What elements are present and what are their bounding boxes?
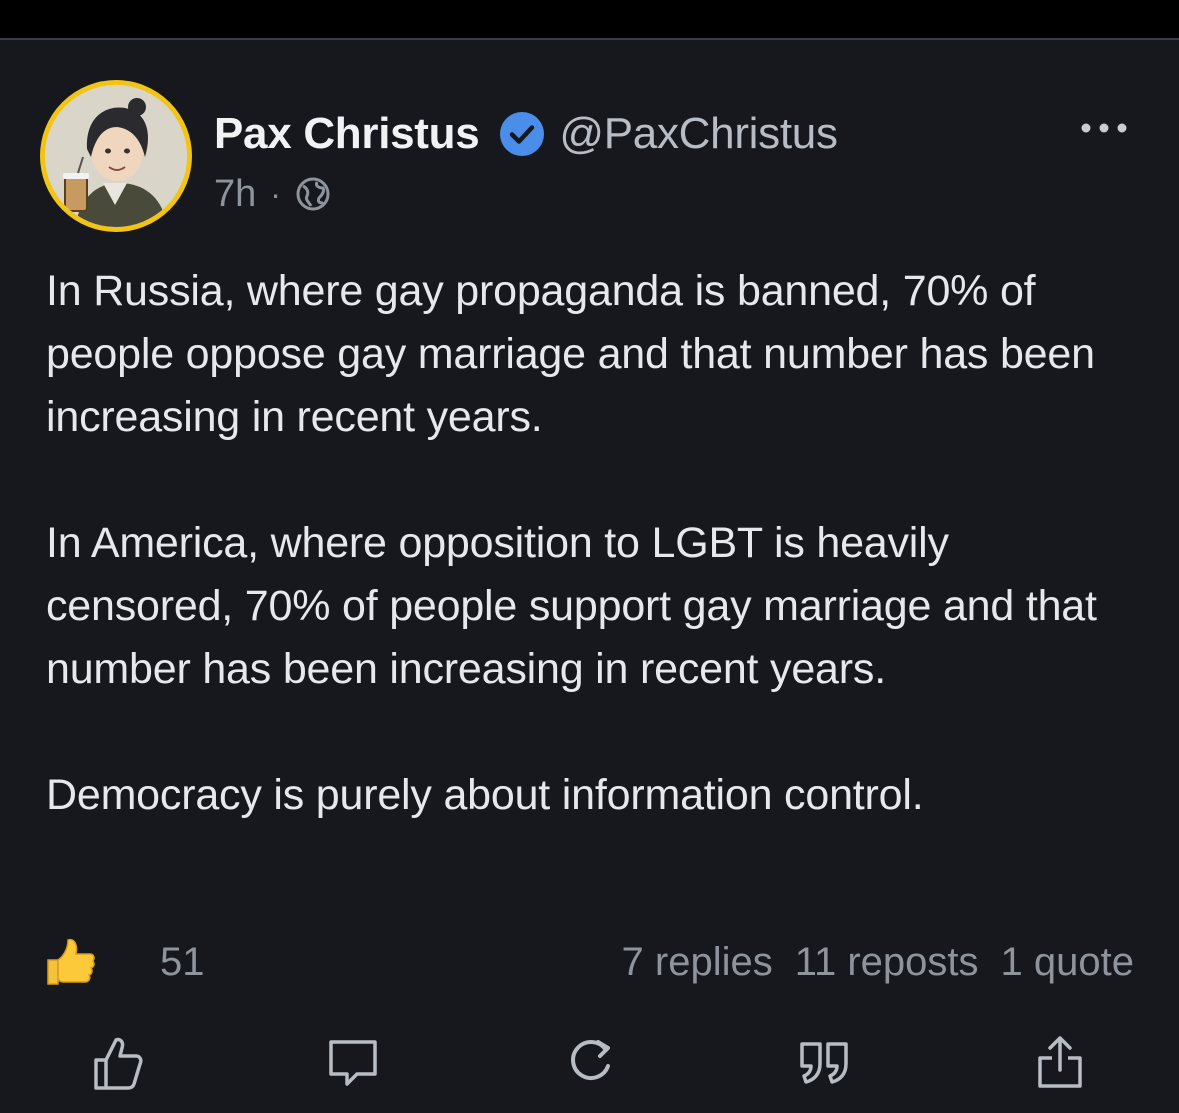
post-text: In Russia, where gay propaganda is banne… [46,260,1136,827]
like-icon[interactable] [90,1030,150,1094]
replies-count[interactable]: 7 replies [622,940,773,985]
post-paragraph: In Russia, where gay propaganda is banne… [46,267,1095,441]
verified-check-icon [499,111,545,157]
post-timestamp[interactable]: 7h [214,173,256,216]
meta-separator: · [270,175,281,212]
header-divider [0,38,1179,40]
reposts-count[interactable]: 11 reposts [795,940,979,985]
post-paragraph: Democracy is purely about information co… [46,771,924,819]
post-paragraph: In America, where opposition to LGBT is … [46,519,1097,693]
more-options-icon[interactable] [1078,116,1130,140]
share-icon[interactable] [1032,1030,1092,1094]
repost-icon[interactable] [562,1030,622,1094]
globe-icon [295,176,331,212]
author-row: Pax Christus @PaxChristus [214,106,838,162]
engagement-stats: 51 7 replies 11 reposts 1 quote [44,934,1134,994]
author-handle[interactable]: @PaxChristus [559,109,838,159]
avatar[interactable] [40,80,192,232]
like-count[interactable]: 51 [160,940,205,985]
reply-icon[interactable] [325,1030,385,1094]
quotes-count[interactable]: 1 quote [1001,940,1134,985]
display-name[interactable]: Pax Christus [214,109,480,159]
engagement-counts: 7 replies 11 reposts 1 quote [622,940,1134,985]
status-bar [0,0,1179,38]
thumbs-up-emoji-icon[interactable] [44,936,96,988]
post-meta: 7h · [214,170,331,218]
action-bar [0,1030,1179,1100]
quote-icon[interactable] [796,1030,856,1094]
